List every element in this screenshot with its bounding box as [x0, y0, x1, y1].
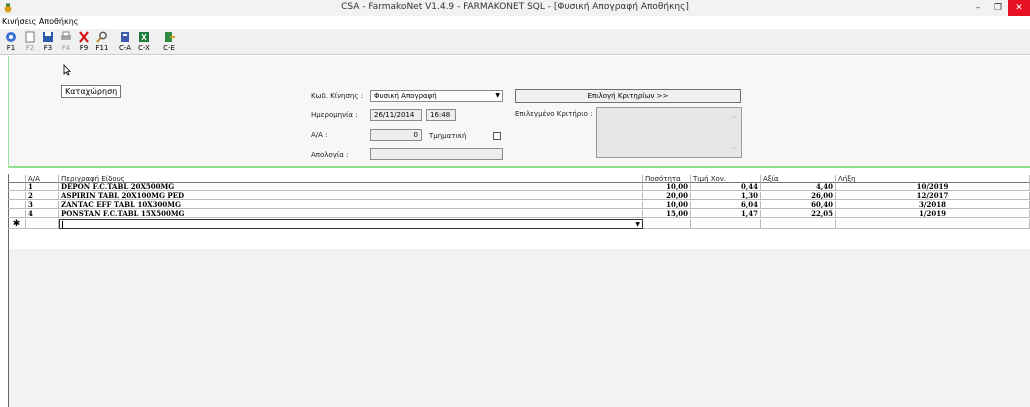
export-button[interactable]: C-E: [160, 31, 178, 53]
partial-checkbox[interactable]: [493, 132, 501, 140]
header-price[interactable]: Τιμή Χον.: [691, 175, 761, 183]
header-quantity[interactable]: Ποσότητα: [643, 175, 691, 183]
selected-criteria-label: Επιλεγμένο Κριτήριο :: [515, 110, 593, 118]
chevron-down-icon: ▼: [635, 221, 640, 228]
selected-criteria-box[interactable]: ︿ ﹀: [596, 107, 742, 158]
date-field[interactable]: 26/11/2014: [370, 109, 422, 121]
notebook-button[interactable]: C-A: [116, 31, 134, 53]
restore-button[interactable]: ❐: [988, 0, 1008, 16]
chevron-down-icon: ▼: [495, 92, 500, 99]
title-bar: CSA - FarmakoNet V1.4.9 - FARMAKONET SQL…: [0, 0, 1030, 16]
new-row[interactable]: ✱ ▼: [8, 219, 1030, 249]
excel-button[interactable]: C-X: [135, 31, 153, 53]
partial-label: Τμηματική: [429, 132, 467, 140]
select-criteria-button[interactable]: Επιλογή Κριτηρίων >>: [515, 89, 741, 103]
header-aa[interactable]: Α/Α: [26, 175, 59, 183]
text-caret: [62, 221, 63, 228]
table-row[interactable]: 2 ASPIRIN TABL 20X100MG PED 20,00 1,30 2…: [8, 192, 1030, 200]
search-button[interactable]: F11: [94, 31, 110, 53]
print-button[interactable]: F4: [58, 31, 74, 53]
time-field[interactable]: 16:48: [426, 109, 456, 121]
delete-button[interactable]: F9: [76, 31, 92, 53]
aa-field[interactable]: 0: [370, 129, 422, 141]
aa-label: Α/Α :: [311, 131, 328, 139]
new-row-description-select[interactable]: ▼: [59, 219, 643, 229]
scroll-up-icon[interactable]: ︿: [731, 111, 737, 120]
excel-icon: [139, 32, 149, 42]
window-title: CSA - FarmakoNet V1.4.9 - FARMAKONET SQL…: [341, 2, 689, 12]
table-row[interactable]: 4 PONSTAN F.C.TABL 15X500MG 15,00 1,47 2…: [8, 210, 1030, 218]
menu-bar: Κινήσεις Αποθήκης: [0, 16, 1030, 29]
header-expiry[interactable]: Λήξη: [836, 175, 1030, 183]
notebook-icon: [121, 32, 129, 42]
scroll-down-icon[interactable]: ﹀: [731, 145, 737, 154]
new-document-icon: [25, 31, 35, 43]
table-row[interactable]: 1 DEPON F.C.TABL 20X500MG 10,00 0,44 4,4…: [8, 183, 1030, 191]
table-row[interactable]: 3 ZANTAC EFF TABL 10X300MG 10,00 6,04 60…: [8, 201, 1030, 209]
save-icon: [43, 32, 53, 42]
save-button[interactable]: F3: [40, 31, 56, 53]
help-icon: [6, 32, 16, 42]
new-button[interactable]: F2: [22, 31, 38, 53]
mouse-cursor-icon: [63, 64, 71, 76]
reason-label: Απολογία :: [311, 151, 349, 159]
search-icon: [96, 31, 107, 43]
help-button[interactable]: F1: [3, 31, 19, 53]
delete-icon: [79, 31, 89, 43]
close-button[interactable]: ✕: [1008, 0, 1030, 16]
header-value[interactable]: Αξία: [761, 175, 836, 183]
movement-code-label: Κωδ. Κίνησης :: [311, 92, 364, 100]
menu-warehouse-movements[interactable]: Κινήσεις Αποθήκης: [2, 17, 78, 26]
print-icon: [61, 31, 71, 40]
minimize-button[interactable]: –: [968, 0, 988, 16]
grid-header-row: Α/Α Περιγραφή Είδους Ποσότητα Τιμή Χον. …: [8, 175, 1030, 183]
grid-empty-area: [9, 249, 1030, 407]
save-tooltip: Καταχώρηση: [61, 85, 122, 98]
new-row-marker-icon: ✱: [8, 219, 26, 229]
header-description[interactable]: Περιγραφή Είδους: [59, 175, 643, 183]
date-label: Ημερομηνία :: [311, 111, 358, 119]
reason-field[interactable]: [370, 148, 503, 160]
movement-code-select[interactable]: Φυσική Απογραφή ▼: [370, 90, 503, 102]
toolbar: F1 F2 F3 F4 F9 F11 C-A C-X C-E: [0, 29, 1030, 55]
export-icon: [165, 32, 175, 42]
